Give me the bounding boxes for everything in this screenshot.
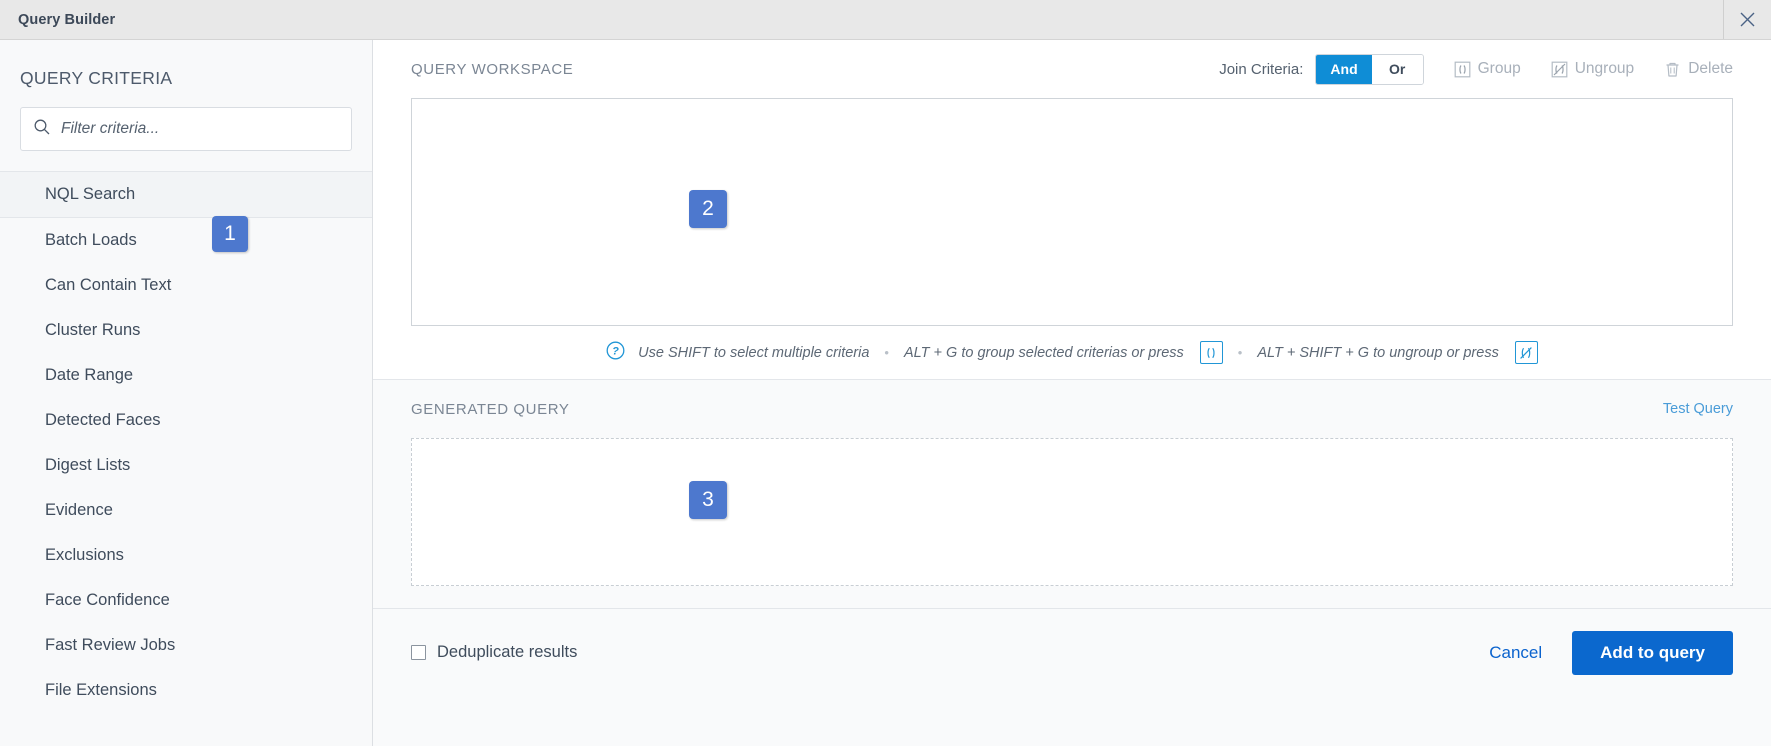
sidebar-item-can-contain-text[interactable]: Can Contain Text xyxy=(0,263,372,308)
annotation-marker-2: 2 xyxy=(689,190,727,228)
footer-actions: Cancel Add to query xyxy=(1485,630,1733,675)
sidebar-item-label: File Extensions xyxy=(45,681,157,699)
generated-query-header: GENERATED QUERY Test Query xyxy=(373,380,1771,438)
add-to-query-button[interactable]: Add to query xyxy=(1572,630,1733,675)
ungroup-icon xyxy=(1551,61,1568,78)
sidebar-item-digest-lists[interactable]: Digest Lists xyxy=(0,443,372,488)
sidebar-item-file-extensions[interactable]: File Extensions xyxy=(0,668,372,713)
checkbox-box[interactable] xyxy=(411,645,426,660)
sidebar-item-label: NQL Search xyxy=(45,185,136,203)
sidebar-item-nql-search[interactable]: NQL Search xyxy=(0,171,372,218)
ungroup-button-label: Ungroup xyxy=(1574,60,1635,77)
delete-button-label: Delete xyxy=(1688,60,1733,77)
workspace-toolbar: Join Criteria: And Or Group Ungroup Dele… xyxy=(1219,53,1733,85)
group-button-label: Group xyxy=(1477,60,1521,77)
join-criteria-label: Join Criteria: xyxy=(1219,60,1304,78)
sidebar-item-label: Face Confidence xyxy=(45,591,170,609)
criteria-list: NQL Search Batch Loads Can Contain Text … xyxy=(0,171,372,713)
sidebar-item-label: Cluster Runs xyxy=(45,321,141,339)
sidebar-item-label: Evidence xyxy=(45,501,113,519)
dialog-footer: Deduplicate results Cancel Add to query xyxy=(373,608,1771,696)
ungroup-key-icon xyxy=(1514,341,1538,364)
svg-text:?: ? xyxy=(612,346,619,358)
sidebar-item-label: Date Range xyxy=(45,366,134,384)
hint-separator-1: • xyxy=(884,345,889,360)
sidebar-item-label: Exclusions xyxy=(45,546,124,564)
close-icon xyxy=(1739,11,1756,28)
sidebar-item-label: Batch Loads xyxy=(45,231,137,249)
sidebar-item-cluster-runs[interactable]: Cluster Runs xyxy=(0,308,372,353)
annotation-marker-3: 3 xyxy=(689,481,727,519)
sidebar-item-date-range[interactable]: Date Range xyxy=(0,353,372,398)
deduplicate-results-checkbox[interactable]: Deduplicate results xyxy=(411,643,577,662)
close-button[interactable] xyxy=(1723,0,1771,39)
sidebar-item-label: Digest Lists xyxy=(45,456,131,474)
delete-button[interactable]: Delete xyxy=(1664,60,1733,78)
hint-separator-2: • xyxy=(1237,345,1243,360)
join-and-button[interactable]: And xyxy=(1316,54,1372,84)
query-criteria-sidebar: QUERY CRITERIA NQL Search Batch Loads Ca… xyxy=(0,40,373,746)
filter-criteria-search[interactable] xyxy=(20,107,352,151)
hint-text-ungroup: ALT + SHIFT + G to ungroup or press xyxy=(1257,344,1499,361)
workspace-header: QUERY WORKSPACE Join Criteria: And Or Gr… xyxy=(373,40,1771,98)
hint-text-shift: Use SHIFT to select multiple criteria xyxy=(638,344,870,361)
main-panel: QUERY WORKSPACE Join Criteria: And Or Gr… xyxy=(373,40,1771,746)
dialog-body: QUERY CRITERIA NQL Search Batch Loads Ca… xyxy=(0,40,1771,746)
window-title: Query Builder xyxy=(18,11,116,28)
workspace-label: QUERY WORKSPACE xyxy=(411,60,574,78)
query-workspace-canvas[interactable] xyxy=(411,98,1733,326)
sidebar-item-fast-review-jobs[interactable]: Fast Review Jobs xyxy=(0,623,372,668)
trash-icon xyxy=(1664,61,1681,78)
search-input[interactable] xyxy=(61,120,339,138)
sidebar-item-evidence[interactable]: Evidence xyxy=(0,488,372,533)
group-button[interactable]: Group xyxy=(1454,60,1521,78)
search-icon xyxy=(33,118,51,141)
hint-bar: ? Use SHIFT to select multiple criteria … xyxy=(373,326,1771,380)
generated-query-output xyxy=(411,438,1733,586)
sidebar-item-detected-faces[interactable]: Detected Faces xyxy=(0,398,372,443)
group-key-icon xyxy=(1199,341,1223,364)
window-title-bar: Query Builder xyxy=(0,0,1771,40)
annotation-marker-1: 1 xyxy=(212,216,248,252)
ungroup-button[interactable]: Ungroup xyxy=(1551,60,1634,78)
cancel-button[interactable]: Cancel xyxy=(1485,637,1546,669)
deduplicate-results-label: Deduplicate results xyxy=(437,643,578,661)
join-or-button[interactable]: Or xyxy=(1371,54,1423,84)
sidebar-item-label: Detected Faces xyxy=(45,411,161,429)
help-circle-icon: ? xyxy=(606,341,625,364)
sidebar-title: QUERY CRITERIA xyxy=(20,68,173,88)
sidebar-item-label: Fast Review Jobs xyxy=(45,636,176,654)
sidebar-item-batch-loads[interactable]: Batch Loads xyxy=(0,218,372,263)
sidebar-item-exclusions[interactable]: Exclusions xyxy=(0,533,372,578)
query-workspace-section: QUERY WORKSPACE Join Criteria: And Or Gr… xyxy=(373,40,1771,380)
test-query-link[interactable]: Test Query xyxy=(1663,401,1733,417)
generated-query-section: GENERATED QUERY Test Query Deduplicate r… xyxy=(373,380,1771,746)
group-icon xyxy=(1454,61,1471,78)
sidebar-item-face-confidence[interactable]: Face Confidence xyxy=(0,578,372,623)
hint-text-group: ALT + G to group selected criterias or p… xyxy=(903,344,1184,361)
generated-query-label: GENERATED QUERY xyxy=(411,400,570,418)
join-criteria-toggle: And Or xyxy=(1315,53,1424,85)
sidebar-item-label: Can Contain Text xyxy=(45,276,172,294)
